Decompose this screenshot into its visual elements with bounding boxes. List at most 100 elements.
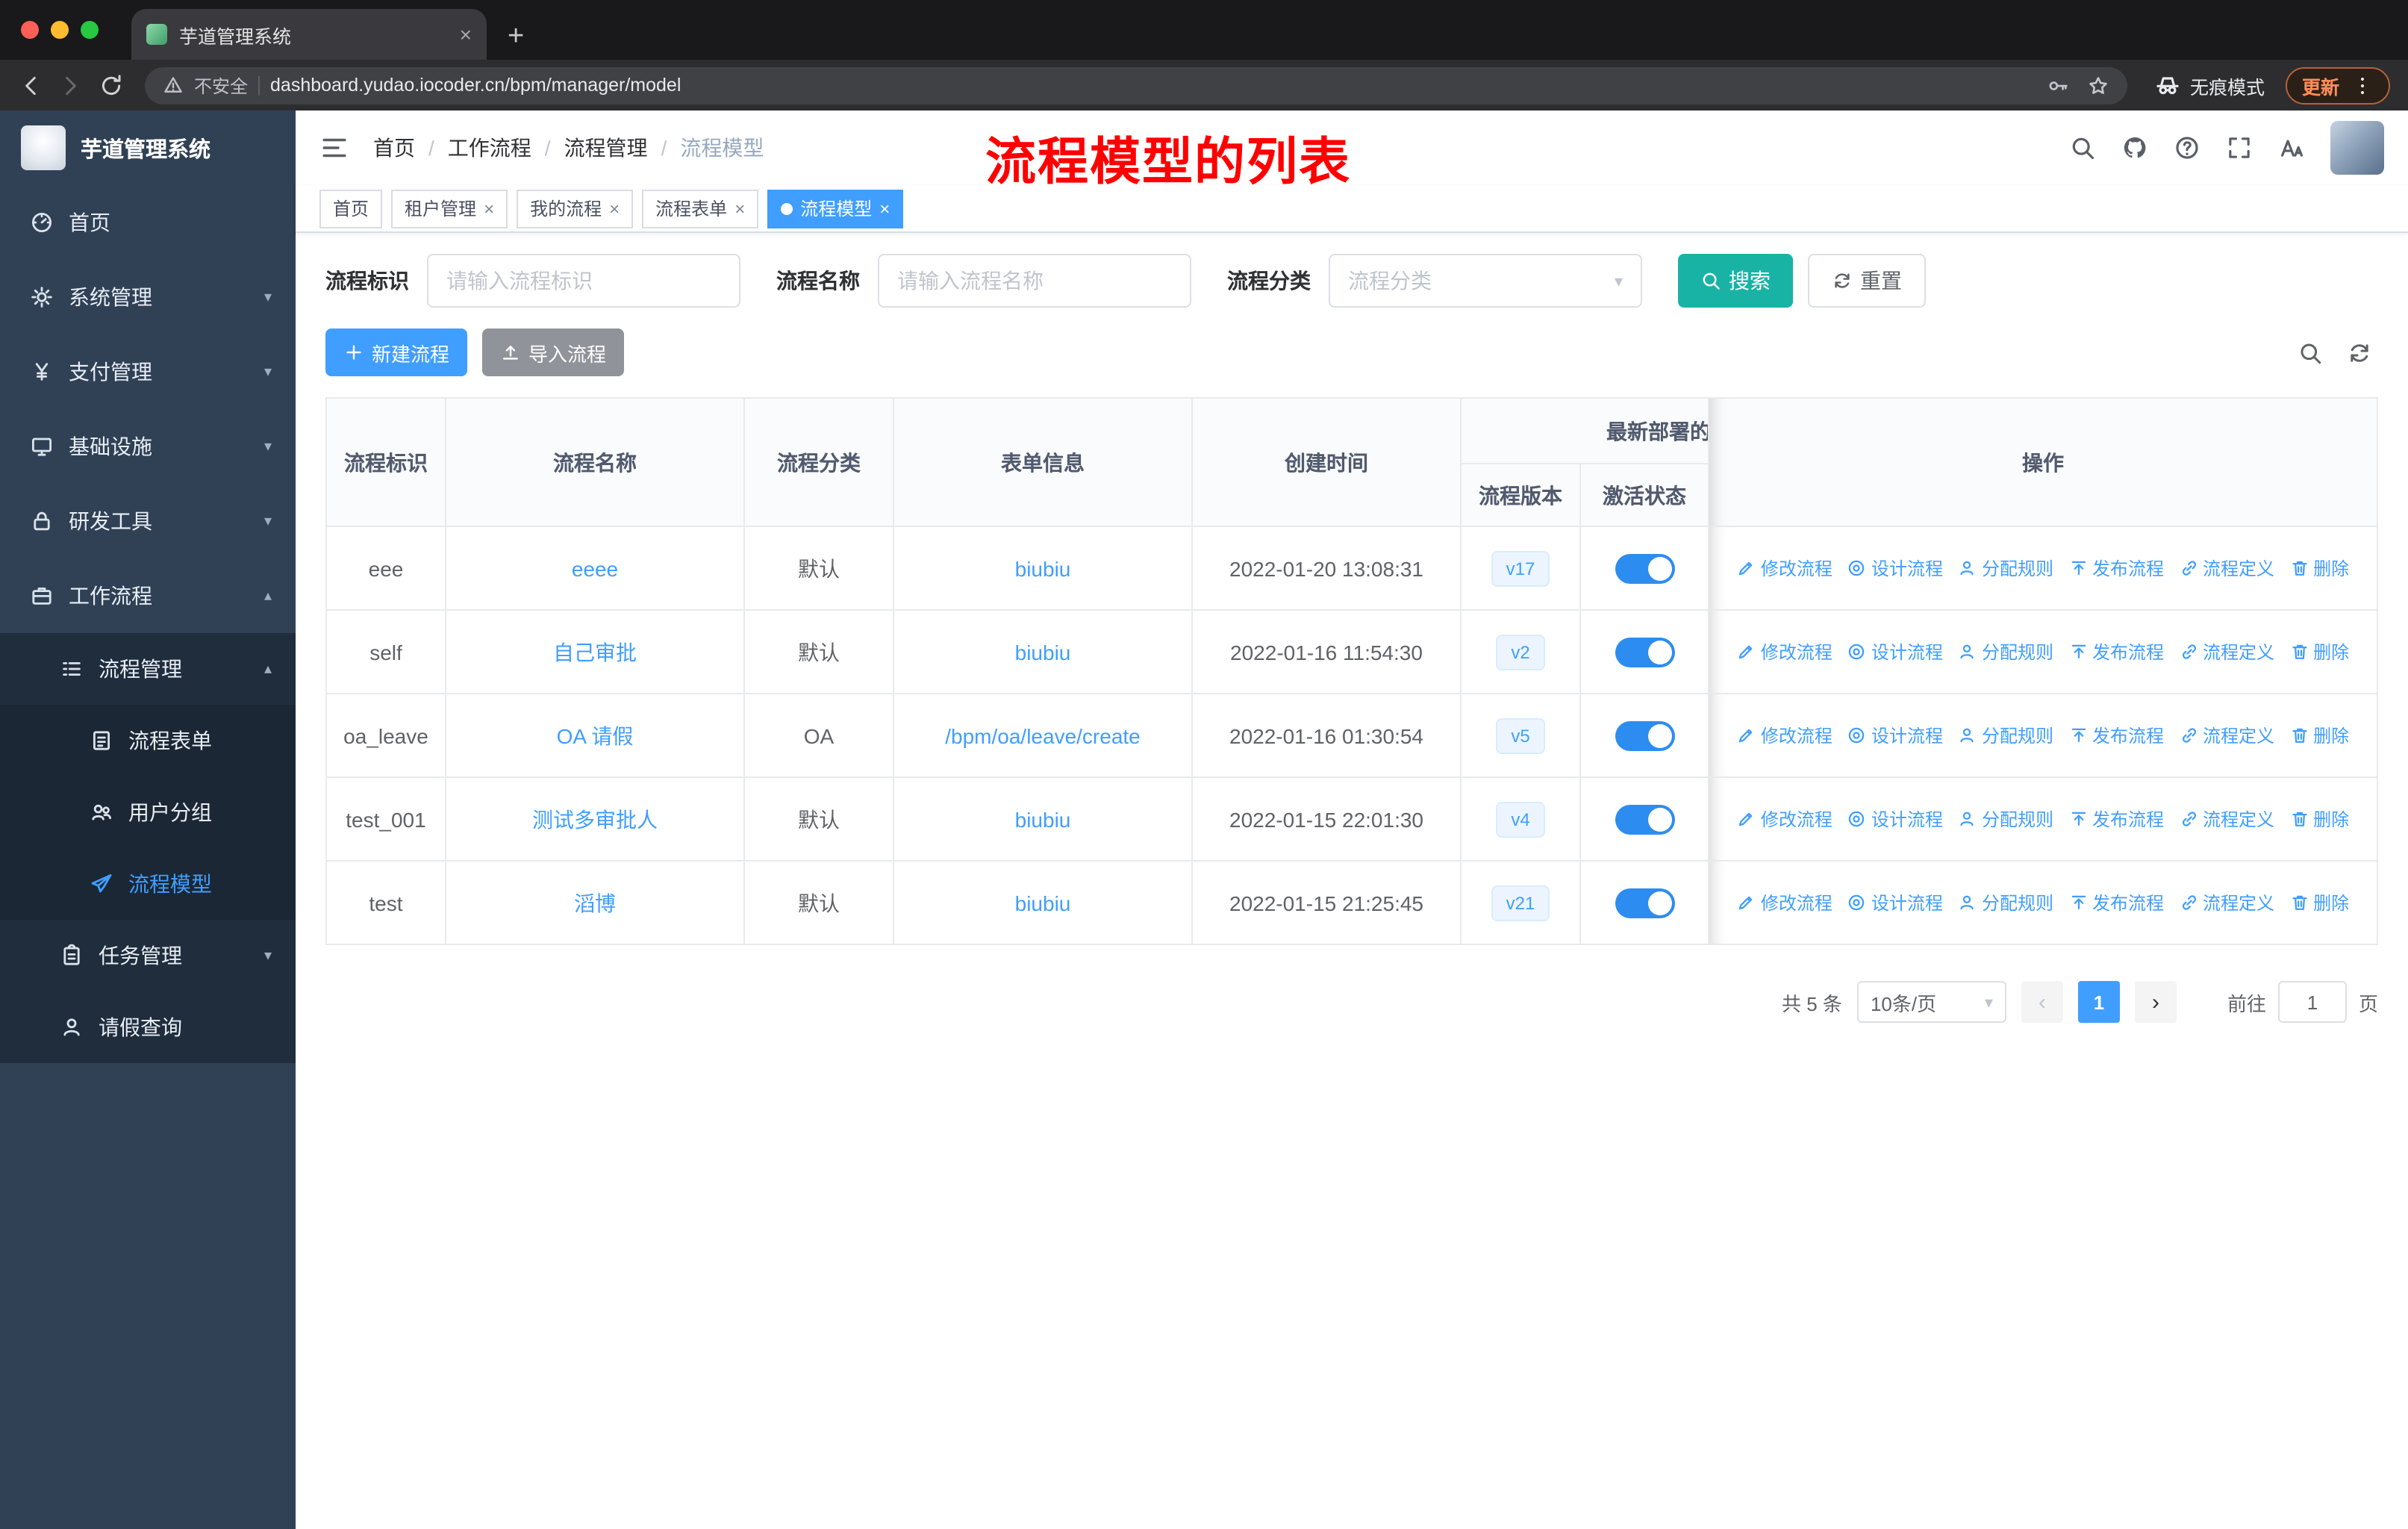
tag-process-model[interactable]: 流程模型 × [767,189,904,228]
sidebar-item-dev-tools[interactable]: 研发工具 ▾ [0,484,296,558]
action-assign-rule[interactable]: 分配规则 [1958,638,2053,664]
action-publish[interactable]: 发布流程 [2068,889,2164,915]
page-size-select[interactable]: 10条/页 ▾ [1856,981,2006,1023]
action-delete[interactable]: 删除 [2289,638,2349,664]
action-definition[interactable]: 流程定义 [2179,638,2274,664]
action-publish[interactable]: 发布流程 [2068,722,2164,747]
sidebar-item-process-model[interactable]: 流程模型 [0,848,296,920]
active-toggle[interactable] [1615,553,1674,583]
tag-close-icon[interactable]: × [879,199,890,217]
action-publish[interactable]: 发布流程 [2068,806,2164,831]
action-design[interactable]: 设计流程 [1847,555,1943,580]
action-assign-rule[interactable]: 分配规则 [1958,555,2053,580]
help-icon[interactable] [2174,134,2200,161]
action-modify[interactable]: 修改流程 [1737,806,1832,831]
model-name-link[interactable]: 测试多审批人 [532,807,658,831]
action-publish[interactable]: 发布流程 [2068,555,2164,580]
github-icon[interactable] [2121,134,2148,161]
action-delete[interactable]: 删除 [2289,555,2349,580]
tag-home[interactable]: 首页 [319,189,383,228]
import-process-button[interactable]: 导入流程 [482,328,625,376]
active-toggle[interactable] [1615,637,1674,667]
action-definition[interactable]: 流程定义 [2179,555,2274,580]
tab-close-icon[interactable]: × [460,24,472,45]
window-minimize-button[interactable] [51,21,69,39]
breadcrumb-item-process-management[interactable]: 流程管理 [564,133,648,163]
model-name-link[interactable]: eeee [572,556,618,580]
forward-icon[interactable] [58,72,84,98]
active-toggle[interactable] [1615,804,1674,834]
action-modify[interactable]: 修改流程 [1737,889,1832,915]
current-page[interactable]: 1 [2077,981,2120,1023]
fullscreen-icon[interactable] [2226,134,2253,161]
window-zoom-button[interactable] [81,21,99,39]
browser-menu-icon[interactable] [2351,74,2374,96]
sidebar-item-process-form[interactable]: 流程表单 [0,705,296,776]
category-select[interactable]: 流程分类 ▾ [1329,254,1642,308]
model-name-link[interactable]: 滔博 [574,891,616,915]
breadcrumb-item-home[interactable]: 首页 [373,133,415,163]
back-icon[interactable] [18,72,43,98]
action-design[interactable]: 设计流程 [1847,806,1943,831]
sidebar-item-payment-management[interactable]: 支付管理 ▾ [0,334,296,409]
goto-page-input[interactable] [2277,981,2347,1023]
form-link[interactable]: biubiu [1015,556,1071,580]
tag-process-form[interactable]: 流程表单 × [642,189,759,228]
sidebar-item-system-management[interactable]: 系统管理 ▾ [0,260,296,334]
sidebar-item-leave-query[interactable]: 请假查询 [0,991,296,1063]
toggle-search-icon[interactable] [2298,340,2323,365]
new-tab-button[interactable]: + [508,22,524,51]
action-publish[interactable]: 发布流程 [2068,638,2164,664]
form-link[interactable]: biubiu [1015,640,1071,664]
model-name-link[interactable]: OA 请假 [557,723,634,747]
reset-button[interactable]: 重置 [1808,254,1926,308]
search-icon[interactable] [2069,134,2096,161]
bookmark-star-icon[interactable] [2087,74,2109,96]
model-name-link[interactable]: 自己审批 [553,640,637,664]
action-design[interactable]: 设计流程 [1847,722,1943,747]
action-modify[interactable]: 修改流程 [1737,722,1832,747]
tag-close-icon[interactable]: × [734,199,745,217]
process-id-input[interactable] [427,254,740,308]
browser-update-button[interactable]: 更新 [2285,66,2390,104]
action-modify[interactable]: 修改流程 [1737,555,1832,580]
key-icon[interactable] [2047,74,2069,96]
sidebar-item-workflow[interactable]: 工作流程 ▴ [0,558,296,633]
sidebar-item-home[interactable]: 首页 [0,185,296,260]
action-assign-rule[interactable]: 分配规则 [1958,806,2053,831]
form-link[interactable]: /bpm/oa/leave/create [945,723,1141,747]
sidebar-item-user-group[interactable]: 用户分组 [0,776,296,848]
action-design[interactable]: 设计流程 [1847,638,1943,664]
active-toggle[interactable] [1615,888,1674,918]
create-process-button[interactable]: 新建流程 [325,328,468,376]
form-link[interactable]: biubiu [1015,807,1071,831]
action-definition[interactable]: 流程定义 [2179,722,2274,747]
action-delete[interactable]: 删除 [2289,722,2349,747]
address-bar[interactable]: 不安全 dashboard.yudao.iocoder.cn/bpm/manag… [145,66,2127,104]
tag-close-icon[interactable]: × [609,199,620,217]
process-name-input[interactable] [878,254,1191,308]
tag-tenant-management[interactable]: 租户管理 × [391,189,508,228]
action-assign-rule[interactable]: 分配规则 [1958,722,2053,747]
window-close-button[interactable] [21,21,39,39]
action-definition[interactable]: 流程定义 [2179,889,2274,915]
font-size-icon[interactable] [2278,134,2305,161]
sidebar-item-infrastructure[interactable]: 基础设施 ▾ [0,409,296,484]
action-delete[interactable]: 删除 [2289,889,2349,915]
action-modify[interactable]: 修改流程 [1737,638,1832,664]
tag-my-process[interactable]: 我的流程 × [517,189,634,228]
action-delete[interactable]: 删除 [2289,806,2349,831]
action-assign-rule[interactable]: 分配规则 [1958,889,2053,915]
browser-tab[interactable]: 芋道管理系统 × [131,9,487,60]
prev-page-button[interactable]: ‹ [2021,981,2063,1023]
breadcrumb-item-workflow[interactable]: 工作流程 [448,133,531,163]
warning-icon[interactable] [163,75,184,96]
next-page-button[interactable]: › [2134,981,2177,1023]
sidebar-item-process-management[interactable]: 流程管理 ▴ [0,633,296,705]
refresh-table-icon[interactable] [2347,340,2372,365]
action-definition[interactable]: 流程定义 [2179,806,2274,831]
form-link[interactable]: biubiu [1015,891,1071,915]
active-toggle[interactable] [1615,720,1674,750]
tag-close-icon[interactable]: × [484,199,494,217]
user-avatar[interactable] [2330,121,2384,175]
